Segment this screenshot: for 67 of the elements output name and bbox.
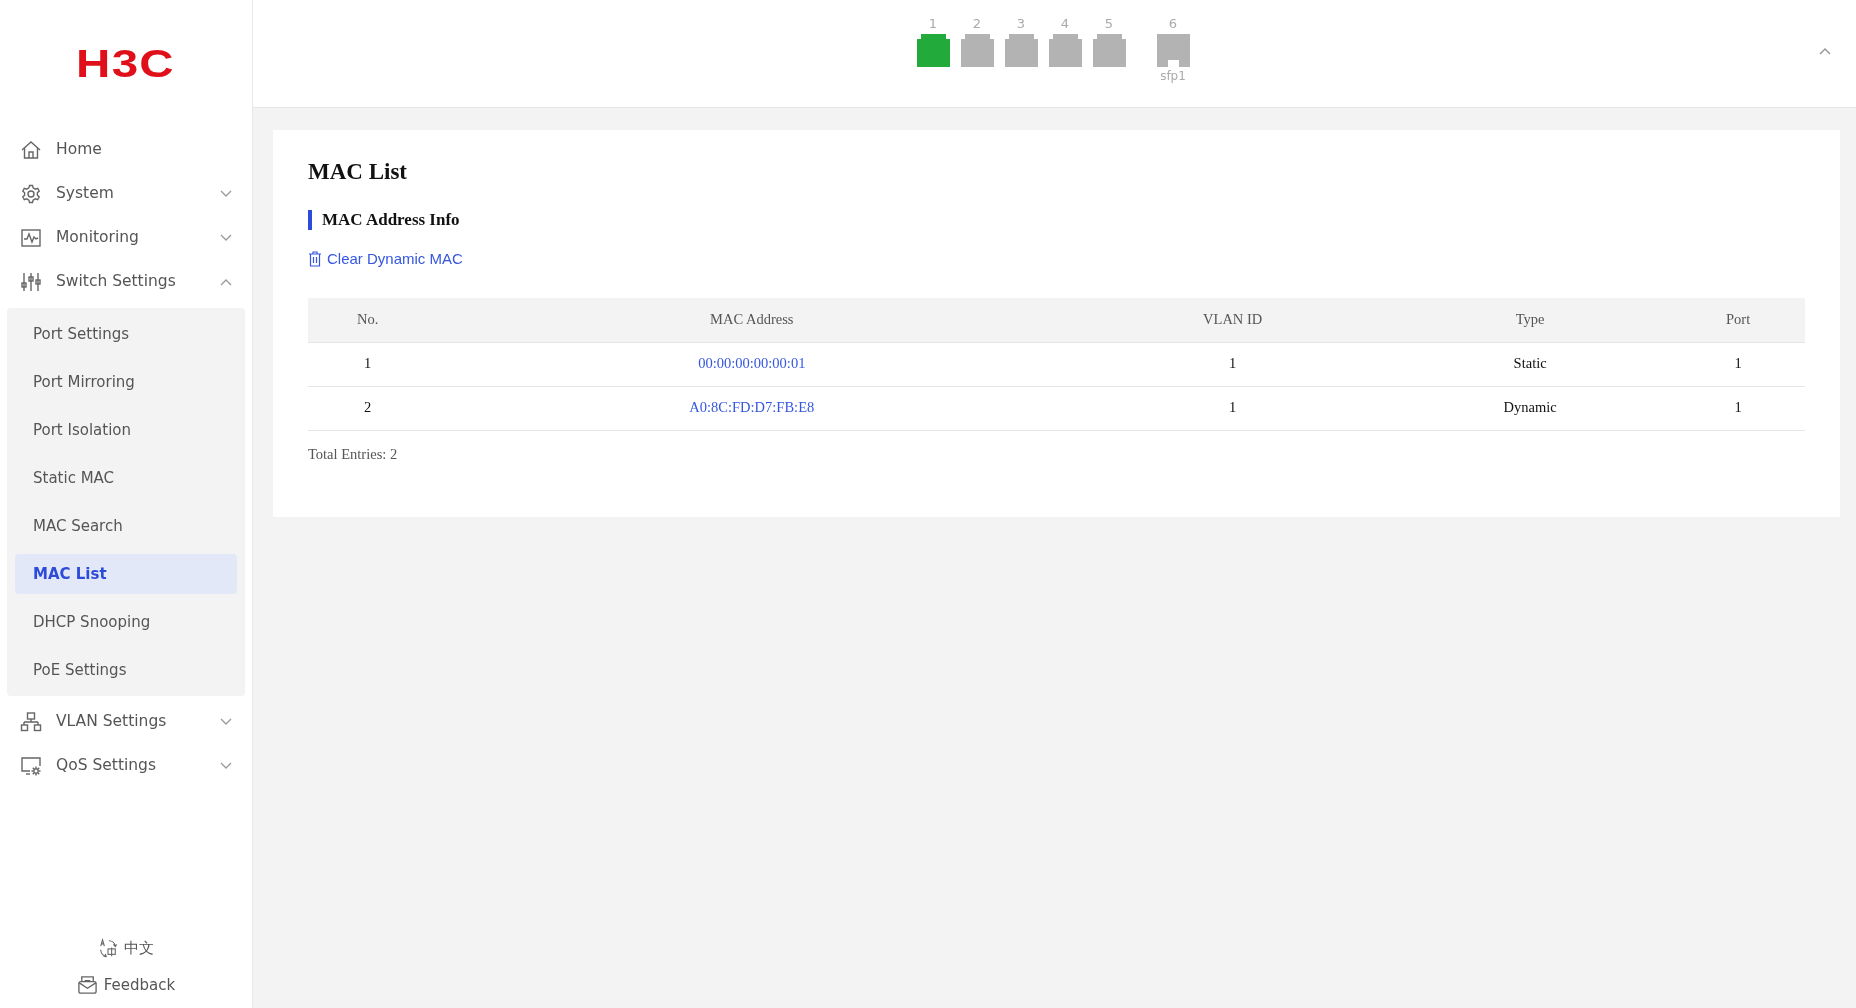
submenu-item[interactable]: MAC List: [15, 554, 237, 594]
table-cell: 1: [1671, 342, 1805, 387]
menu-label: Monitoring: [56, 227, 140, 249]
column-header: MAC Address: [427, 298, 1077, 343]
inbox-icon: [76, 974, 98, 996]
total-entries: Total Entries: 2: [308, 444, 399, 464]
menu-item[interactable]: VLAN Settings: [0, 700, 252, 744]
home-icon: [20, 139, 42, 161]
submenu-item[interactable]: MAC Search: [15, 506, 237, 546]
table-cell: Static: [1389, 342, 1672, 387]
submenu-item[interactable]: PoE Settings: [15, 650, 237, 690]
menu-item[interactable]: System: [0, 172, 252, 216]
table-cell: 1: [1076, 342, 1390, 387]
language-link[interactable]: 中文: [98, 937, 154, 960]
collapse-button[interactable]: [1818, 46, 1832, 56]
port-number: 5: [1104, 15, 1114, 33]
menu-item[interactable]: QoS Settings: [0, 744, 252, 788]
mac-address-link[interactable]: 00:00:00:00:00:01: [427, 342, 1077, 387]
screen-gear-icon: [20, 755, 42, 777]
menu-label: QoS Settings: [56, 755, 158, 777]
submenu-item[interactable]: Port Mirroring: [15, 362, 237, 402]
port-number: 1: [928, 15, 938, 33]
ethernet-port-icon[interactable]: [960, 34, 994, 67]
table-cell: 2: [308, 386, 428, 431]
settings-icon: [20, 183, 42, 205]
sliders-icon: [20, 271, 42, 293]
section-title: MAC Address Info: [308, 209, 1805, 230]
column-header: No.: [308, 298, 428, 343]
ethernet-port-icon[interactable]: [916, 34, 950, 67]
sfp-port-icon[interactable]: [1156, 34, 1190, 67]
ethernet-port-icon[interactable]: [1004, 34, 1038, 67]
menu-item[interactable]: Monitoring: [0, 216, 252, 260]
pulse-chart-icon: [20, 227, 42, 249]
port-number: 2: [972, 15, 982, 33]
submenu-item[interactable]: DHCP Snooping: [15, 602, 237, 642]
network-icon: [20, 711, 42, 733]
translate-icon: [98, 938, 118, 959]
feedback-label: Feedback: [103, 974, 176, 996]
submenu-item[interactable]: Port Isolation: [15, 410, 237, 450]
page-title: MAC List: [308, 158, 409, 186]
trash-icon: [308, 250, 322, 267]
column-header: VLAN ID: [1076, 298, 1390, 343]
table-cell: 1: [1076, 386, 1390, 431]
feedback-link[interactable]: Feedback: [76, 973, 176, 996]
table-cell: Dynamic: [1389, 386, 1672, 431]
port-number: 3: [1016, 15, 1026, 33]
column-header: Port: [1671, 298, 1805, 343]
table-cell: 1: [308, 342, 428, 387]
menu-item[interactable]: Switch Settings: [0, 260, 252, 304]
h3c-logo: H3C: [76, 45, 176, 83]
menu-item[interactable]: Home: [0, 128, 252, 172]
port-number: 6: [1168, 15, 1178, 33]
mac-address-link[interactable]: A0:8C:FD:D7:FB:E8: [427, 386, 1077, 431]
menu-label: Home: [56, 139, 103, 161]
ethernet-port-icon[interactable]: [1092, 34, 1126, 67]
table-cell: 1: [1671, 386, 1805, 431]
language-label: 中文: [124, 938, 154, 959]
port-number: 4: [1060, 15, 1070, 33]
clear-dynamic-mac-link[interactable]: Clear Dynamic MAC: [308, 247, 463, 271]
menu-label: VLAN Settings: [56, 711, 168, 733]
ethernet-port-icon[interactable]: [1048, 34, 1082, 67]
menu-label: Switch Settings: [56, 271, 177, 293]
port-caption: sfp1: [1160, 68, 1186, 85]
menu-label: System: [56, 183, 115, 205]
submenu-item[interactable]: Port Settings: [15, 314, 237, 354]
submenu-item[interactable]: Static MAC: [15, 458, 237, 498]
column-header: Type: [1389, 298, 1672, 343]
